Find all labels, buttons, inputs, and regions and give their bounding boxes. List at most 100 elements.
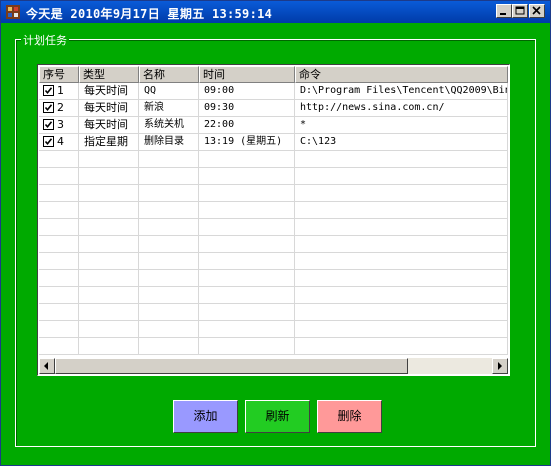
row-time: 22:00: [199, 117, 295, 134]
cell-text: 删除目录: [144, 136, 184, 147]
empty-cell: [139, 236, 199, 253]
cell-text: 新浪: [144, 102, 164, 113]
cell-text: 13:19 (星期五): [204, 136, 283, 147]
close-icon: [532, 6, 541, 15]
header-no[interactable]: 序号: [39, 66, 79, 83]
row-type: 指定星期: [79, 134, 139, 151]
empty-cell: [199, 338, 295, 355]
checkbox[interactable]: [43, 102, 54, 113]
empty-row: [39, 185, 508, 202]
row-command: http://news.sina.com.cn/: [295, 100, 508, 117]
empty-cell: [79, 253, 139, 270]
maximize-button[interactable]: [512, 4, 528, 18]
header-time[interactable]: 时间: [199, 66, 295, 83]
empty-cell: [295, 168, 508, 185]
table-row[interactable]: 3 每天时间 系统关机 22:00 *: [39, 117, 508, 134]
empty-cell: [39, 151, 79, 168]
empty-cell: [139, 202, 199, 219]
table-row[interactable]: 4 指定星期 删除目录 13:19 (星期五) C:\123: [39, 134, 508, 151]
row-no: 4: [39, 134, 79, 151]
cell-text: 每天时间: [84, 84, 128, 97]
empty-row: [39, 219, 508, 236]
cell-text: 系统关机: [144, 119, 184, 130]
empty-cell: [139, 253, 199, 270]
minimize-button[interactable]: [496, 4, 512, 18]
scroll-left-button[interactable]: [39, 358, 55, 374]
row-time: 09:30: [199, 100, 295, 117]
scroll-right-button[interactable]: [492, 358, 508, 374]
header-name[interactable]: 名称: [139, 66, 199, 83]
empty-cell: [79, 151, 139, 168]
empty-cell: [295, 270, 508, 287]
empty-cell: [39, 287, 79, 304]
empty-cell: [79, 321, 139, 338]
cell-text: http://news.sina.com.cn/: [300, 102, 445, 113]
empty-cell: [79, 236, 139, 253]
empty-cell: [295, 236, 508, 253]
delete-button[interactable]: 删除: [317, 400, 382, 433]
row-no: 3: [39, 117, 79, 134]
checkbox[interactable]: [43, 119, 54, 130]
row-command: D:\Program Files\Tencent\QQ2009\Bin: [295, 83, 508, 100]
list-header: 序号 类型 名称 时间 命令: [39, 66, 508, 83]
empty-cell: [79, 202, 139, 219]
empty-cell: [199, 168, 295, 185]
row-type: 每天时间: [79, 117, 139, 134]
scroll-thumb[interactable]: [55, 358, 408, 374]
cell-text: *: [300, 119, 307, 130]
empty-row: [39, 168, 508, 185]
maximize-icon: [515, 6, 525, 15]
empty-cell: [295, 287, 508, 304]
empty-cell: [139, 219, 199, 236]
row-name: 删除目录: [139, 134, 199, 151]
app-icon: [5, 4, 21, 20]
empty-cell: [199, 151, 295, 168]
empty-cell: [199, 202, 295, 219]
header-type[interactable]: 类型: [79, 66, 139, 83]
empty-cell: [139, 338, 199, 355]
task-list[interactable]: 序号 类型 名称 时间 命令 1 每天时间 QQ 09:00 D:\Program Fi…: [37, 64, 510, 376]
empty-cell: [139, 321, 199, 338]
table-row[interactable]: 1 每天时间 QQ 09:00 D:\Program Files\Tencent\QQ2…: [39, 83, 508, 100]
checkbox[interactable]: [43, 85, 54, 96]
header-command[interactable]: 命令: [295, 66, 508, 83]
table-row[interactable]: 2 每天时间 新浪 09:30 http://news.sina.com.cn/: [39, 100, 508, 117]
cell-text: 每天时间: [84, 118, 128, 131]
cell-text: 1: [57, 84, 64, 97]
empty-cell: [199, 185, 295, 202]
cell-text: 3: [57, 118, 64, 131]
arrow-right-icon: [498, 362, 502, 370]
empty-row: [39, 304, 508, 321]
add-button[interactable]: 添加: [173, 400, 238, 433]
row-time: 13:19 (星期五): [199, 134, 295, 151]
empty-cell: [79, 287, 139, 304]
empty-cell: [39, 219, 79, 236]
cell-text: 4: [57, 135, 64, 148]
empty-row: [39, 151, 508, 168]
horizontal-scrollbar[interactable]: [39, 358, 508, 374]
empty-cell: [139, 287, 199, 304]
empty-cell: [79, 304, 139, 321]
empty-cell: [295, 304, 508, 321]
empty-cell: [199, 270, 295, 287]
main-window: 今天是 2010年9月17日 星期五 13:59:14 计划任务 序号 类型 名…: [0, 0, 551, 466]
empty-cell: [199, 253, 295, 270]
cell-text: 22:00: [204, 119, 235, 130]
row-no: 1: [39, 83, 79, 100]
empty-cell: [199, 219, 295, 236]
empty-cell: [139, 270, 199, 287]
title-bar[interactable]: 今天是 2010年9月17日 星期五 13:59:14: [1, 1, 550, 23]
checkbox[interactable]: [43, 136, 54, 147]
empty-cell: [295, 202, 508, 219]
refresh-button[interactable]: 刷新: [245, 400, 310, 433]
empty-cell: [39, 338, 79, 355]
empty-cell: [139, 304, 199, 321]
empty-row: [39, 253, 508, 270]
empty-cell: [79, 185, 139, 202]
close-button[interactable]: [529, 4, 545, 18]
group-title: 计划任务: [21, 32, 69, 48]
empty-row: [39, 321, 508, 338]
cell-text: C:\123: [300, 136, 337, 147]
empty-row: [39, 338, 508, 355]
row-time: 09:00: [199, 83, 295, 100]
